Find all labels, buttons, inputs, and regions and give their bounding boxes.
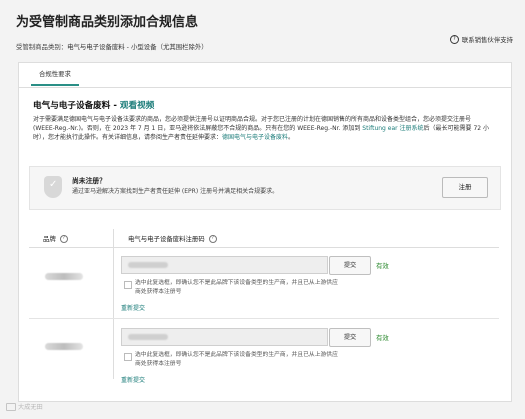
resubmit-link[interactable]: 重新提交 xyxy=(121,375,145,384)
redacted-value xyxy=(128,262,168,268)
section-title: 电气与电子设备废料 - 观看视频 xyxy=(33,99,497,111)
category-line: 受管制商品类别：电气与电子设备废料 - 小型设备（尤其围栏除外） xyxy=(16,42,513,51)
table-row: 提交 有效 选中此复选框，即确认您不是此品牌下该设备类型的生产商，并且已从上游供… xyxy=(29,248,499,319)
brand-column-header: 品牌 ? xyxy=(43,234,68,243)
camera-icon xyxy=(6,402,16,411)
status-valid: 有效 xyxy=(376,334,389,342)
compliance-panel: 合规性要求 电气与电子设备废料 - 观看视频 对于需要满足德国电气与电子设备法要… xyxy=(18,62,512,402)
register-button[interactable]: 注册 xyxy=(442,177,488,198)
reg-help-icon[interactable]: ? xyxy=(208,234,217,243)
registration-table: 品牌 ? 电气与电子设备废料注册码 ? 提交 有效 选中此复选框，即确认您不是此… xyxy=(29,229,499,384)
section-content: 电气与电子设备废料 - 观看视频 对于需要满足德国电气与电子设备法要求的商品，您… xyxy=(33,99,497,142)
help-icon: ? xyxy=(449,35,459,44)
submit-button[interactable]: 提交 xyxy=(329,256,371,275)
resubmit-link[interactable]: 重新提交 xyxy=(121,303,145,312)
brand-name-redacted xyxy=(45,343,83,350)
status-valid: 有效 xyxy=(376,262,389,270)
notice-title: 尚未注册？ xyxy=(72,177,106,185)
page-title: 为受管制商品类别添加合规信息 xyxy=(16,15,199,30)
registration-notice: 尚未注册？ 通过亚马逊解决方案找到生产者责任延伸 (EPR) 注册号并满足相关合… xyxy=(29,166,501,210)
description-end: 。 xyxy=(288,134,295,141)
reg-header-label: 电气与电子设备废料注册码 xyxy=(128,235,205,243)
reg-column-header: 电气与电子设备废料注册码 ? xyxy=(128,234,217,243)
weee-germany-link[interactable]: 德国电气与电子设备废料 xyxy=(222,134,288,141)
tab-bar: 合规性要求 xyxy=(19,63,511,88)
brand-help-icon[interactable]: ? xyxy=(59,234,68,243)
contact-support-label: 联系销售伙伴支持 xyxy=(461,36,513,44)
table-header: 品牌 ? 电气与电子设备废料注册码 ? xyxy=(29,229,499,248)
contact-support-link[interactable]: ? 联系销售伙伴支持 xyxy=(449,35,513,44)
watermark: 大成无田 xyxy=(6,402,43,411)
tab-compliance-requirements[interactable]: 合规性要求 xyxy=(31,69,79,86)
producer-checkbox[interactable] xyxy=(124,281,132,289)
checkbox-label: 选中此复选框，即确认您不是此品牌下该设备类型的生产商，并且已从上游供应商处获得本… xyxy=(135,352,338,367)
registration-number-input[interactable] xyxy=(121,256,328,274)
table-row: 提交 有效 选中此复选框，即确认您不是此品牌下该设备类型的生产商，并且已从上游供… xyxy=(29,319,499,389)
category-value: 电气与电子设备废料 - 小型设备（尤其围栏除外） xyxy=(67,43,208,51)
submit-button[interactable]: 提交 xyxy=(329,328,371,347)
stiftung-ear-link[interactable]: Stiftung ear 注册系统 xyxy=(362,125,423,132)
brand-header-label: 品牌 xyxy=(43,235,56,243)
redacted-value xyxy=(128,334,168,340)
registration-number-input[interactable] xyxy=(121,328,328,346)
section-title-text: 电气与电子设备废料 - xyxy=(33,101,120,111)
watermark-text: 大成无田 xyxy=(18,404,43,411)
producer-checkbox[interactable] xyxy=(124,353,132,361)
page-header: 为受管制商品类别添加合规信息 受管制商品类别：电气与电子设备废料 - 小型设备（… xyxy=(16,11,513,51)
category-label: 受管制商品类别： xyxy=(16,43,68,51)
notice-text: 通过亚马逊解决方案找到生产者责任延伸 (EPR) 注册号并满足相关合规要求。 xyxy=(72,188,279,195)
brand-name-redacted xyxy=(45,273,83,280)
checkbox-label: 选中此复选框，即确认您不是此品牌下该设备类型的生产商，并且已从上游供应商处获得本… xyxy=(135,280,338,295)
shield-check-icon xyxy=(44,176,62,198)
watch-video-link[interactable]: 观看视频 xyxy=(120,101,154,111)
section-description: 对于需要满足德国电气与电子设备法要求的商品，您必须提供注册号以证明商品合规。对于… xyxy=(33,115,491,142)
